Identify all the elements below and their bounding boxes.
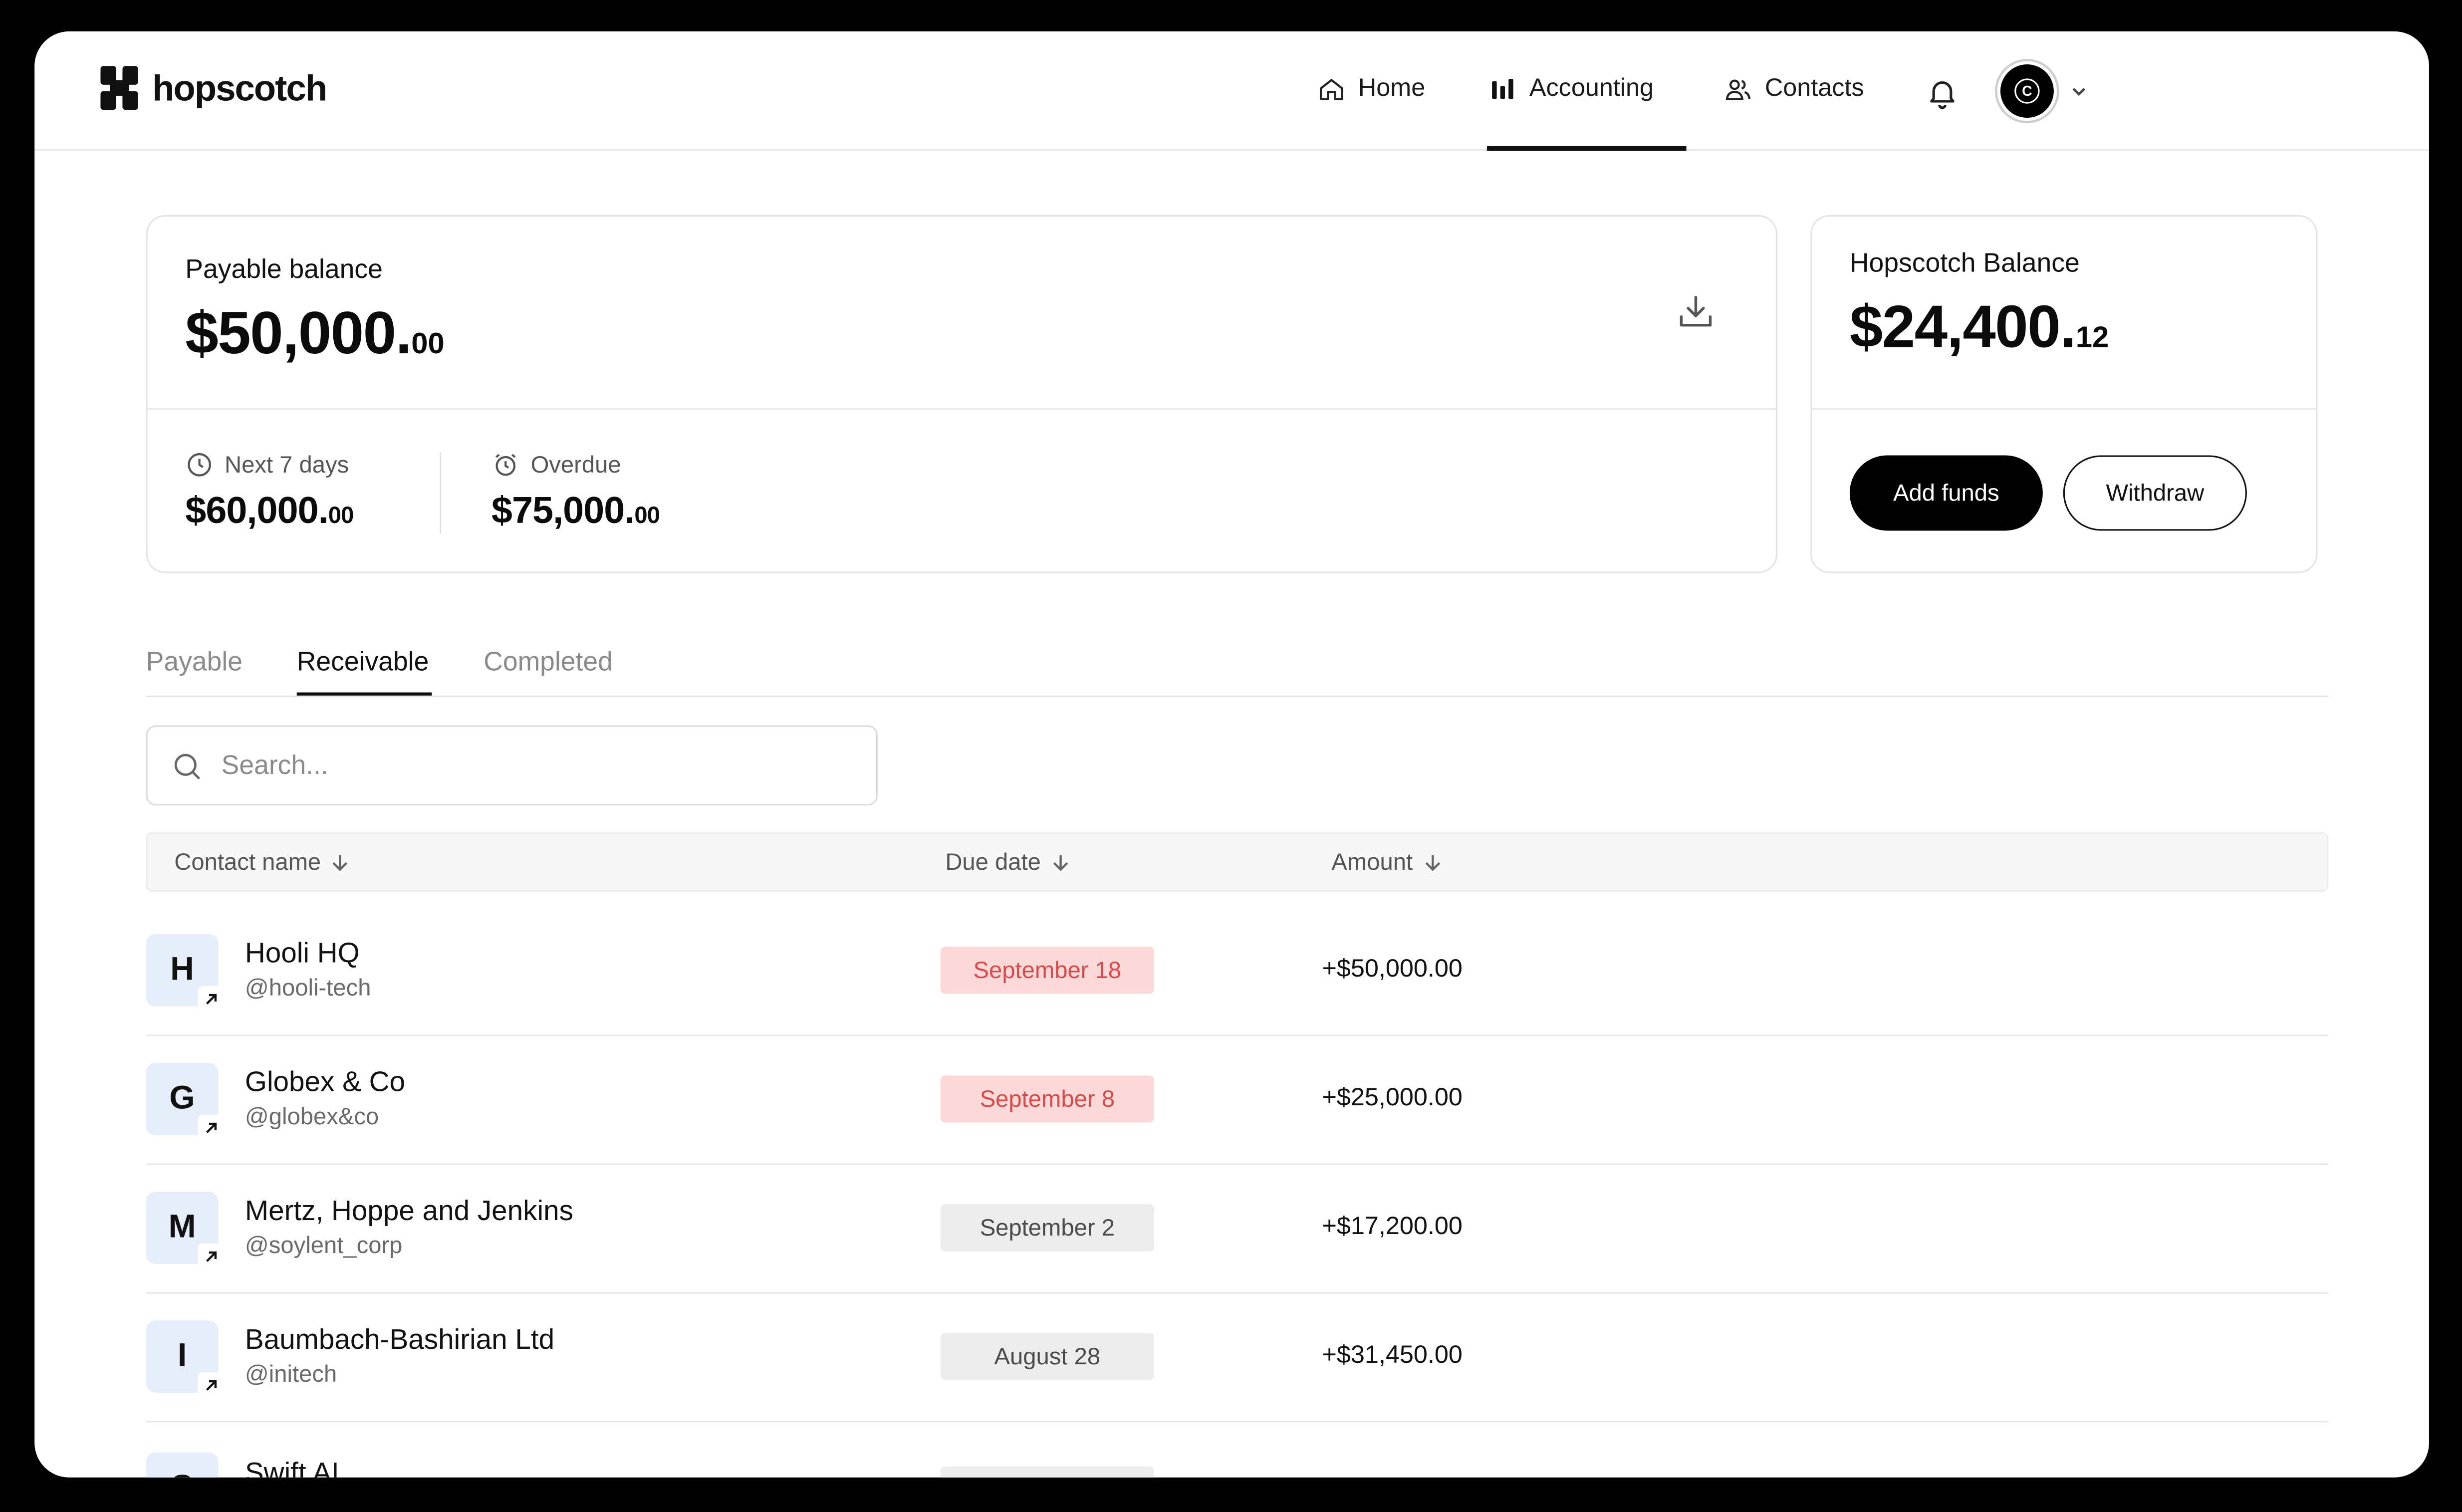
nav-label-accounting: Accounting: [1529, 75, 1654, 102]
brand-logo[interactable]: hopscotch: [100, 66, 327, 110]
contact-handle: @hooli-tech: [245, 975, 371, 1002]
overdue-label: Overdue: [492, 451, 621, 479]
hop-amount-cents: 12: [2075, 322, 2109, 355]
contact-handle: @globex&co: [245, 1103, 379, 1131]
clock-icon: [188, 453, 211, 477]
hop-amount-main: $24,400.: [1849, 295, 2076, 361]
contact-name: Swift AI: [245, 1457, 339, 1478]
payable-balance-card: Payable balance $50,000.00 Next 7 days $…: [146, 215, 1778, 573]
nav-label-contacts: Contacts: [1764, 75, 1864, 102]
hopscotch-balance-title: Hopscotch Balance: [1849, 248, 2080, 278]
sort-arrow-down-icon: [1425, 855, 1440, 871]
card-divider: [147, 408, 1776, 410]
row-amount: +$25,000.00: [1322, 1085, 1463, 1112]
overdue-text: Overdue: [530, 451, 621, 479]
next7-amount-main: $60,000.: [185, 490, 328, 532]
hopscotch-balance-card: Hopscotch Balance $24,400.12 Add funds W…: [1810, 215, 2318, 573]
users-icon: [1725, 79, 1750, 100]
column-label-amount: Amount: [1331, 849, 1413, 876]
hopscotch-balance-amount: $24,400.12: [1850, 295, 2109, 363]
contact-name: Hooli HQ: [245, 937, 360, 969]
table-row[interactable]: I Baumbach-Bashirian Ltd @initech August…: [146, 1294, 2329, 1423]
column-header-amount[interactable]: Amount: [1331, 849, 1442, 876]
row-amount: +$17,200.00: [1322, 1214, 1463, 1241]
arrow-up-right-icon: [205, 1251, 216, 1261]
chevron-down-icon: [2072, 88, 2085, 96]
nav-label-home: Home: [1358, 75, 1426, 102]
tab-completed[interactable]: Completed: [484, 647, 613, 678]
tab-receivable[interactable]: Receivable: [297, 647, 429, 678]
bell-icon[interactable]: [1925, 75, 1960, 110]
table-row[interactable]: M Mertz, Hoppe and Jenkins @soylent_corp…: [146, 1165, 2329, 1294]
sort-arrow-down-icon: [333, 855, 348, 871]
contact-name: Baumbach-Bashirian Ltd: [245, 1323, 555, 1355]
overdue-amount: $75,000.00: [492, 490, 660, 534]
due-date-badge: [940, 1466, 1154, 1478]
due-date-badge: September 8: [940, 1075, 1154, 1123]
avatar-initial: C: [2014, 78, 2040, 104]
link-badge: [198, 986, 223, 1011]
column-header-due-date[interactable]: Due date: [945, 849, 1070, 876]
arrow-up-right-icon: [205, 1379, 216, 1390]
column-label-due: Due date: [945, 849, 1041, 876]
contact-handle: @initech: [245, 1361, 337, 1388]
table-row[interactable]: G Globex & Co @globex&co September 8 +$2…: [146, 1036, 2329, 1165]
withdraw-button[interactable]: Withdraw: [2063, 455, 2247, 531]
contact-avatar: S: [146, 1452, 219, 1478]
column-label-contact: Contact name: [174, 849, 321, 876]
payable-amount-main: $50,000.: [185, 301, 412, 368]
link-badge: [198, 1114, 223, 1140]
next-7-days-label: Next 7 days: [185, 451, 349, 479]
arrow-up-right-icon: [205, 1122, 216, 1133]
due-date-badge: September 18: [940, 947, 1154, 994]
brand-name: hopscotch: [152, 66, 327, 108]
row-amount: +$31,450.00: [1322, 1342, 1463, 1369]
nav-item-home[interactable]: Home: [1317, 75, 1425, 104]
table-header: Contact name Due date Amount: [146, 832, 2329, 892]
table-row[interactable]: H Hooli HQ @hooli-tech September 18 +$50…: [146, 908, 2329, 1036]
nav-item-accounting[interactable]: Accounting: [1488, 75, 1654, 104]
search-box[interactable]: [146, 725, 878, 806]
tab-payable[interactable]: Payable: [146, 647, 243, 678]
link-badge: [198, 1243, 223, 1269]
sort-arrow-down-icon: [1053, 855, 1068, 871]
top-navigation-bar: hopscotch Home Accounting Contacts C: [34, 31, 2429, 151]
bar-chart-icon: [1492, 79, 1513, 99]
add-funds-button[interactable]: Add funds: [1849, 455, 2043, 531]
next7-amount-cents: 00: [328, 502, 354, 529]
search-icon: [174, 753, 200, 778]
table-row[interactable]: S Swift AI: [146, 1449, 2329, 1478]
payable-balance-amount: $50,000.00: [185, 301, 444, 369]
card-divider: [1812, 408, 2316, 410]
contact-name: Globex & Co: [245, 1066, 406, 1098]
next-7-days-text: Next 7 days: [224, 451, 349, 479]
balance-tabs: Payable Receivable Completed: [146, 644, 2329, 698]
app-window: hopscotch Home Accounting Contacts C Pay…: [34, 31, 2429, 1478]
due-date-badge: August 28: [940, 1333, 1154, 1380]
payable-amount-cents: 00: [411, 328, 445, 361]
user-menu[interactable]: C: [1997, 61, 2089, 121]
nav-item-contacts[interactable]: Contacts: [1724, 75, 1864, 104]
search-input[interactable]: [221, 750, 850, 781]
overdue-amount-main: $75,000.: [491, 490, 635, 532]
row-amount: +$50,000.00: [1322, 956, 1463, 983]
overdue-amount-cents: 00: [634, 502, 660, 529]
contact-name: Mertz, Hoppe and Jenkins: [245, 1195, 573, 1227]
active-nav-indicator: [1486, 146, 1687, 151]
link-badge: [198, 1372, 223, 1398]
active-tab-indicator: [296, 692, 432, 696]
download-icon[interactable]: [1676, 292, 1717, 333]
column-header-contact-name[interactable]: Contact name: [174, 849, 351, 876]
hopscotch-logo-icon: [100, 66, 138, 110]
home-icon: [1320, 79, 1343, 100]
alarm-clock-icon: [495, 454, 516, 476]
due-date-badge: September 2: [940, 1204, 1154, 1252]
arrow-up-right-icon: [205, 993, 216, 1004]
vertical-divider: [440, 452, 442, 534]
contact-handle: @soylent_corp: [245, 1232, 403, 1260]
avatar: C: [1997, 61, 2057, 121]
next-7-days-amount: $60,000.00: [185, 490, 354, 534]
payable-balance-title: Payable balance: [185, 254, 383, 284]
